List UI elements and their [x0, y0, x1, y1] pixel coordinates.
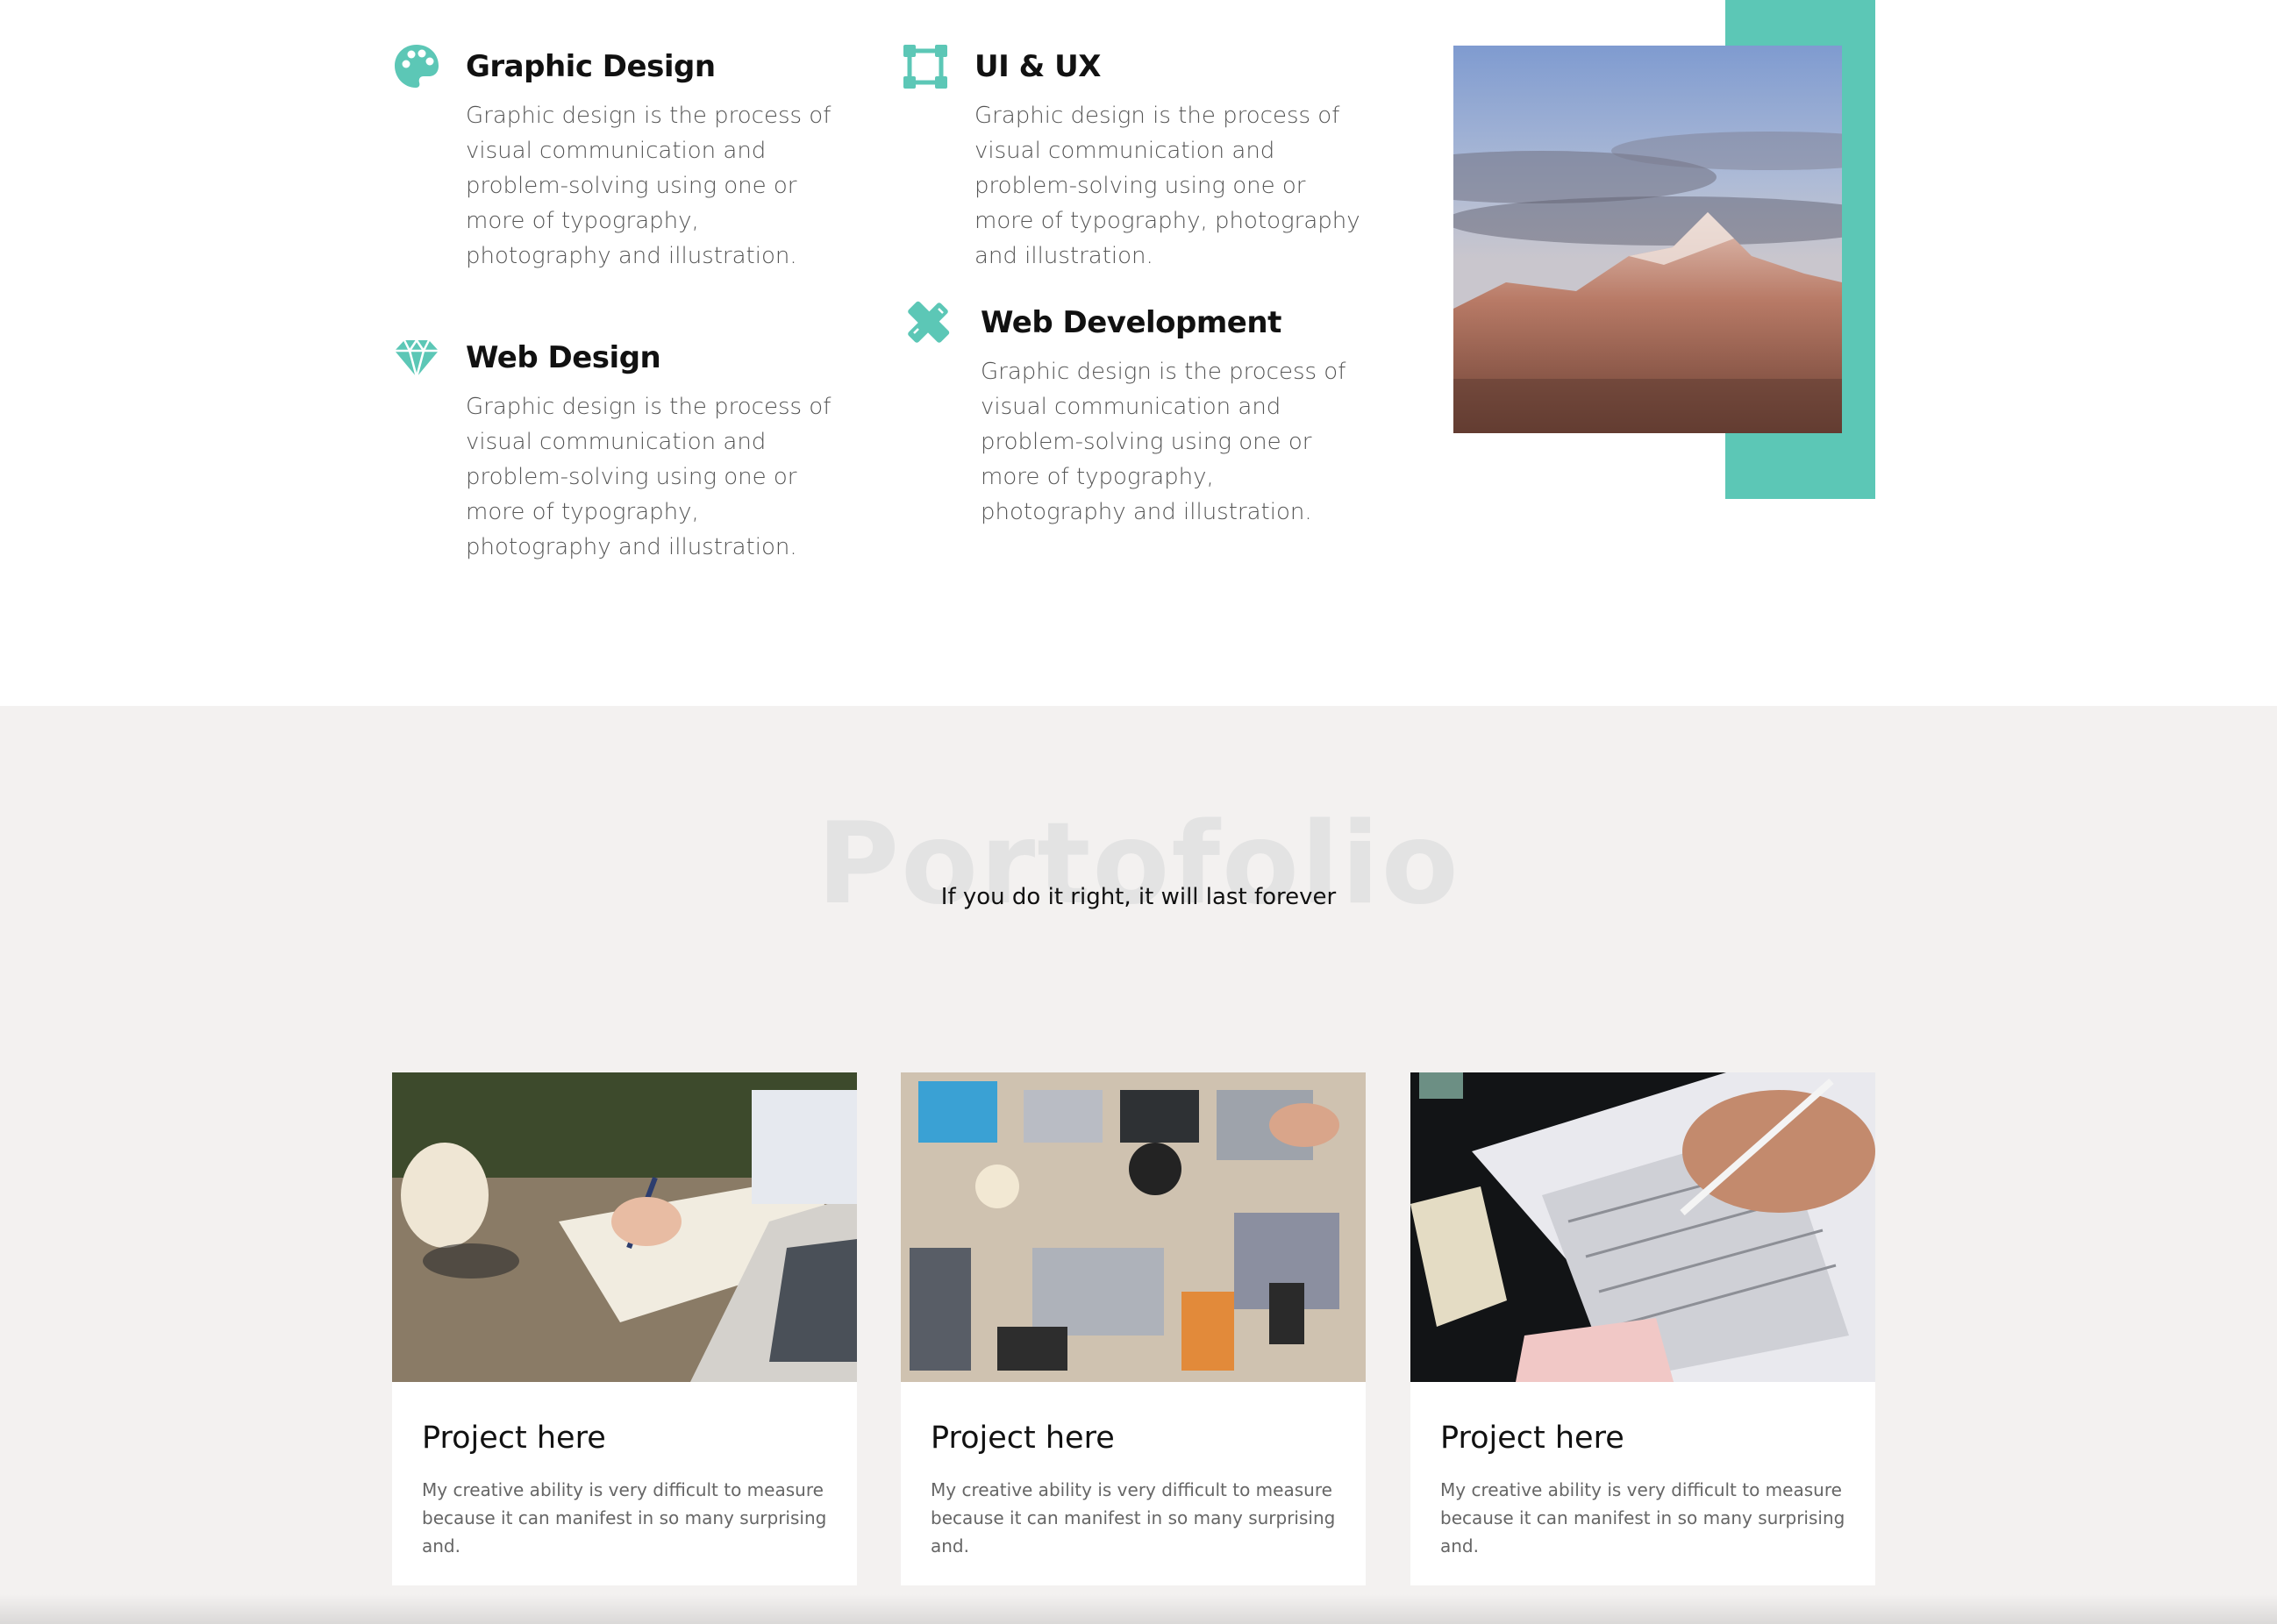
project-title[interactable]: Project here: [931, 1416, 1115, 1460]
service-title: Web Development: [981, 305, 1281, 340]
project-description: My creative ability is very difficult to…: [1440, 1479, 1845, 1556]
service-description: Graphic design is the process of visual …: [981, 359, 1346, 525]
project-image-notebook-writing: [392, 1072, 857, 1382]
service-web-development: Web Development Graphic design is the pr…: [903, 298, 1395, 544]
service-title: UI & UX: [974, 49, 1101, 84]
project-description: My creative ability is very difficult to…: [931, 1479, 1336, 1556]
service-description: Graphic design is the process of visual …: [974, 103, 1360, 269]
project-title[interactable]: Project here: [1440, 1416, 1624, 1460]
vector-square-icon: [901, 42, 950, 91]
pencil-ruler-icon: [903, 298, 953, 347]
project-card[interactable]: Project here My creative ability is very…: [1410, 1072, 1875, 1585]
service-web-design: Web Design Graphic design is the process…: [392, 333, 848, 579]
service-description: Graphic design is the process of visual …: [466, 394, 832, 560]
bottom-edge-shadow: [0, 1594, 2277, 1624]
services-section: Graphic Design Graphic design is the pro…: [0, 0, 2277, 706]
service-ui-ux: UI & UX Graphic design is the process of…: [901, 42, 1392, 269]
project-image-test-sheet: [1410, 1072, 1875, 1382]
service-title: Graphic Design: [466, 49, 716, 84]
project-card[interactable]: Project here My creative ability is very…: [392, 1072, 857, 1585]
diamond-icon: [392, 333, 441, 382]
portfolio-section: Portofolio If you do it right, it will l…: [0, 706, 2277, 1624]
palette-icon: [392, 42, 441, 91]
portfolio-tagline: If you do it right, it will last forever: [940, 884, 1337, 910]
service-title: Web Design: [466, 340, 661, 375]
mountain-image: [1453, 46, 1842, 433]
project-description: My creative ability is very difficult to…: [422, 1479, 827, 1556]
project-card[interactable]: Project here My creative ability is very…: [901, 1072, 1366, 1585]
service-description: Graphic design is the process of visual …: [466, 103, 832, 269]
project-title[interactable]: Project here: [422, 1416, 606, 1460]
project-image-team-laptops: [901, 1072, 1366, 1382]
page: Graphic Design Graphic design is the pro…: [0, 0, 2277, 1624]
service-graphic-design: Graphic Design Graphic design is the pro…: [392, 42, 848, 288]
